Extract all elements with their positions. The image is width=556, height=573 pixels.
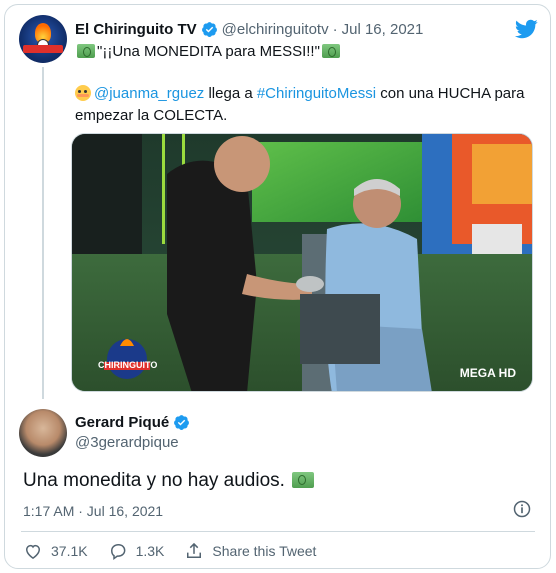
flushed-emoji-icon	[75, 85, 91, 101]
author-name[interactable]: Gerard Piqué	[75, 414, 169, 431]
chiringuito-avatar[interactable]	[19, 15, 67, 63]
share-button[interactable]: Share this Tweet	[184, 541, 316, 561]
mention-link[interactable]: @juanma_rguez	[94, 85, 204, 102]
quoted-tweet-header: El Chiringuito TV @elchiringuitotv · Jul…	[75, 21, 423, 38]
author-handle[interactable]: @3gerardpique	[75, 434, 179, 451]
tweet-timestamp[interactable]: 1:17 AM · Jul 16, 2021	[23, 503, 163, 519]
reply-button[interactable]: 1.3K	[108, 541, 165, 561]
hashtag-link[interactable]: #ChiringuitoMessi	[257, 85, 376, 102]
money-emoji-icon	[292, 472, 315, 488]
share-icon	[187, 542, 202, 558]
reply-count: 1.3K	[135, 543, 165, 559]
tweet-text: Una monedita y no hay audios.	[23, 470, 316, 492]
verified-icon	[201, 22, 217, 37]
quoted-text-part1: llega a	[208, 85, 253, 102]
author-name-row: Gerard Piqué	[75, 414, 194, 431]
quote-headline: "¡¡Una MONEDITA para MESSI!!"	[75, 43, 342, 60]
quoted-tweet-date[interactable]: Jul 16, 2021	[342, 21, 424, 38]
like-button[interactable]: 37.1K	[23, 541, 88, 561]
reply-icon	[110, 543, 126, 560]
tweet-media-image[interactable]: CHIRINGUITO MEGA HD	[71, 133, 533, 392]
heart-icon	[25, 544, 41, 559]
like-count: 37.1K	[51, 543, 88, 559]
money-emoji-icon	[321, 44, 340, 58]
quoted-author-name[interactable]: El Chiringuito TV	[75, 21, 197, 38]
tweet-card: El Chiringuito TV @elchiringuitotv · Jul…	[4, 4, 551, 569]
quoted-tweet-body: @juanma_rguez llega a #ChiringuitoMessi …	[75, 83, 535, 127]
info-icon[interactable]	[512, 499, 532, 519]
quoted-author-handle[interactable]: @elchiringuitotv	[222, 21, 329, 38]
quote-headline-text: "¡¡Una MONEDITA para MESSI!!"	[97, 43, 320, 60]
media-watermark-right: MEGA HD	[459, 366, 516, 380]
tweet-actions: 37.1K 1.3K Share this Tweet	[23, 541, 336, 561]
media-watermark-left: CHIRINGUITO	[98, 360, 158, 370]
tweet-body: Una monedita y no hay audios.	[23, 470, 285, 491]
twitter-bird-icon[interactable]	[514, 17, 538, 41]
money-emoji-icon	[77, 44, 95, 58]
separator-dot: ·	[332, 21, 338, 38]
tv-studio-scene	[72, 134, 532, 391]
share-label: Share this Tweet	[212, 543, 317, 559]
divider	[21, 531, 535, 532]
pique-avatar[interactable]	[19, 409, 67, 457]
thread-line	[42, 67, 44, 399]
verified-icon	[174, 415, 190, 430]
